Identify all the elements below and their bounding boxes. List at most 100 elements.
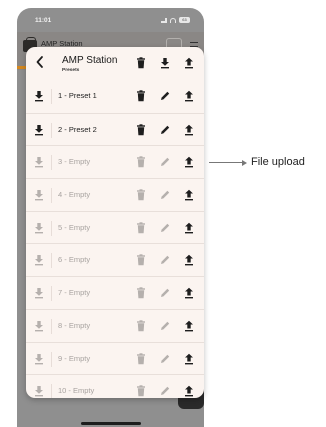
preset-download-button[interactable] — [32, 384, 46, 398]
preset-edit-button[interactable] — [158, 384, 172, 398]
trash-icon — [137, 57, 145, 69]
preset-delete-button[interactable] — [134, 123, 148, 137]
preset-delete-button[interactable] — [134, 253, 148, 267]
row-divider — [51, 155, 52, 171]
preset-download-button[interactable] — [32, 89, 46, 103]
download-all-button[interactable] — [158, 56, 172, 70]
preset-edit-button[interactable] — [158, 253, 172, 267]
trash-icon — [137, 385, 145, 397]
preset-delete-button[interactable] — [134, 352, 148, 366]
preset-upload-button[interactable] — [182, 253, 196, 267]
download-icon — [35, 91, 43, 102]
status-bar: 11:01 63 — [17, 8, 204, 30]
trash-icon — [137, 254, 145, 266]
preset-row[interactable]: 10 - Empty — [26, 374, 204, 398]
preset-upload-button[interactable] — [182, 188, 196, 202]
preset-delete-button[interactable] — [134, 221, 148, 235]
pencil-icon — [161, 190, 170, 200]
pencil-icon — [161, 386, 170, 396]
preset-label: 5 - Empty — [58, 222, 91, 232]
upload-icon — [185, 90, 193, 102]
row-divider — [51, 89, 52, 104]
upload-icon — [185, 353, 193, 364]
status-time: 11:01 — [35, 17, 52, 24]
preset-edit-button[interactable] — [158, 286, 172, 300]
download-icon — [35, 255, 43, 266]
preset-upload-button[interactable] — [182, 123, 196, 137]
preset-download-button[interactable] — [32, 221, 46, 235]
download-icon — [35, 320, 43, 332]
preset-delete-button[interactable] — [134, 155, 148, 169]
preset-upload-button[interactable] — [182, 319, 196, 333]
download-icon — [35, 222, 43, 234]
preset-label: 10 - Empty — [58, 386, 95, 396]
pencil-icon — [161, 125, 170, 134]
preset-row[interactable]: 3 - Empty — [26, 145, 204, 178]
preset-delete-button[interactable] — [134, 319, 148, 333]
preset-edit-button[interactable] — [158, 352, 172, 366]
preset-row[interactable]: 6 - Empty — [26, 243, 204, 276]
preset-delete-button[interactable] — [134, 89, 148, 103]
row-divider — [51, 122, 52, 138]
upload-icon — [185, 124, 193, 136]
preset-download-button[interactable] — [32, 352, 46, 366]
modal-title: AMP Station — [62, 55, 118, 66]
trash-icon — [137, 352, 145, 364]
preset-download-button[interactable] — [32, 319, 46, 333]
annotation-label: File upload — [251, 156, 305, 168]
preset-row[interactable]: 7 - Empty — [26, 276, 204, 309]
pencil-icon — [161, 158, 170, 167]
preset-edit-button[interactable] — [158, 319, 172, 333]
preset-delete-button[interactable] — [134, 188, 148, 202]
preset-row[interactable]: 2 - Preset 2 — [26, 112, 204, 146]
battery-icon: 63 — [179, 17, 190, 23]
upload-icon — [185, 157, 193, 168]
preset-delete-button[interactable] — [134, 384, 148, 398]
annotation-line — [209, 162, 244, 163]
preset-row[interactable]: 5 - Empty — [26, 210, 204, 244]
preset-delete-button[interactable] — [134, 286, 148, 300]
preset-row[interactable]: 8 - Empty — [26, 308, 204, 342]
back-button[interactable] — [33, 54, 47, 70]
pencil-icon — [161, 256, 170, 265]
preset-row[interactable]: 1 - Preset 1 — [26, 80, 204, 113]
preset-edit-button[interactable] — [158, 221, 172, 235]
upload-icon — [185, 189, 193, 201]
preset-label: 7 - Empty — [58, 288, 91, 298]
upload-icon — [185, 385, 193, 397]
upload-icon — [185, 222, 193, 234]
preset-edit-button[interactable] — [158, 188, 172, 202]
preset-row[interactable]: 4 - Empty — [26, 178, 204, 211]
preset-download-button[interactable] — [32, 123, 46, 137]
home-indicator — [81, 422, 141, 425]
download-icon — [35, 353, 43, 364]
preset-download-button[interactable] — [32, 286, 46, 300]
preset-upload-button[interactable] — [182, 221, 196, 235]
preset-row[interactable]: 9 - Empty — [26, 341, 204, 375]
preset-upload-button[interactable] — [182, 286, 196, 300]
preset-label: 6 - Empty — [58, 255, 91, 265]
row-divider — [51, 188, 52, 204]
preset-upload-button[interactable] — [182, 352, 196, 366]
trash-icon — [137, 156, 145, 168]
delete-all-button[interactable] — [134, 56, 148, 70]
preset-upload-button[interactable] — [182, 155, 196, 169]
preset-label: 9 - Empty — [58, 353, 91, 363]
preset-upload-button[interactable] — [182, 89, 196, 103]
row-divider — [51, 286, 52, 302]
trash-icon — [137, 320, 145, 332]
signal-icon — [161, 17, 167, 23]
upload-all-button[interactable] — [182, 56, 196, 70]
upload-icon — [185, 287, 193, 299]
download-icon — [35, 386, 43, 397]
preset-download-button[interactable] — [32, 253, 46, 267]
preset-edit-button[interactable] — [158, 123, 172, 137]
download-icon — [161, 58, 169, 69]
preset-download-button[interactable] — [32, 155, 46, 169]
preset-list: 1 - Preset 1 2 - Preset 2 3 - Empty 4 - Emp… — [26, 80, 204, 398]
preset-edit-button[interactable] — [158, 89, 172, 103]
preset-edit-button[interactable] — [158, 155, 172, 169]
download-icon — [35, 124, 43, 136]
preset-download-button[interactable] — [32, 188, 46, 202]
preset-upload-button[interactable] — [182, 384, 196, 398]
